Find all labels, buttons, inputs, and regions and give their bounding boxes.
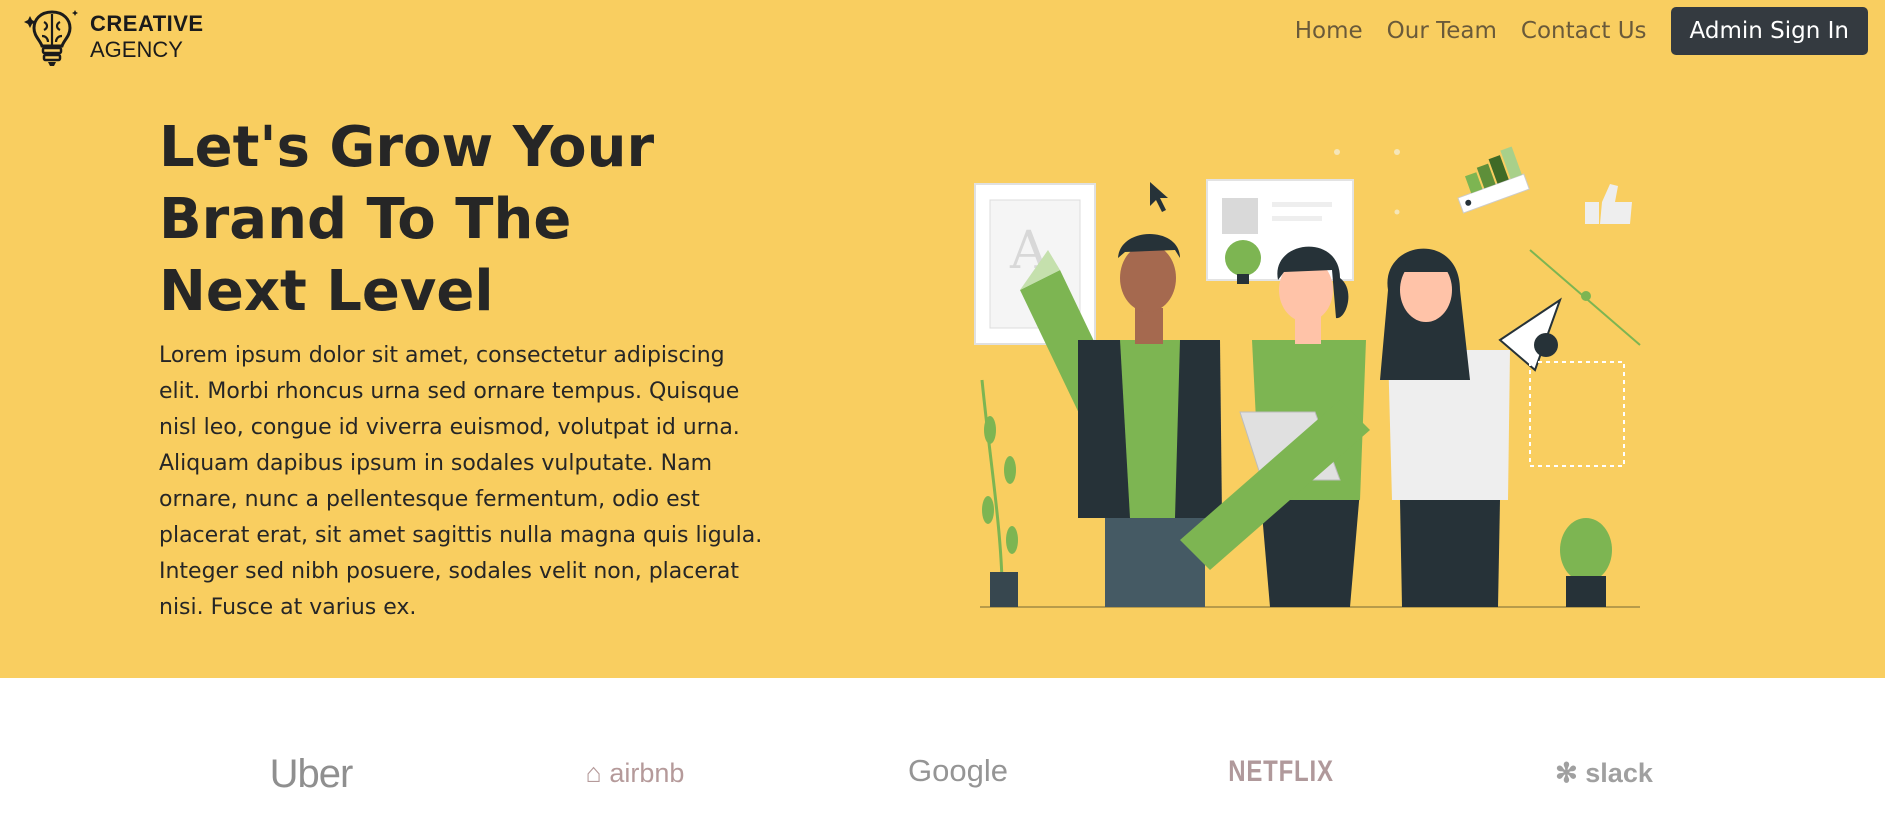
nav-link-home[interactable]: Home (1295, 18, 1363, 44)
logo[interactable]: CREATIVE AGENCY (22, 6, 204, 68)
cursor-shape (1150, 182, 1168, 212)
brand-name-slack: slack (1585, 758, 1653, 788)
plant-left (980, 379, 1018, 607)
cactus (1560, 518, 1612, 607)
brand-logo-airbnb: ⌂ airbnb (586, 758, 685, 789)
headline-line-3: Next Level (159, 259, 494, 324)
woman-right-figure (1380, 248, 1510, 607)
thumbs-up (1585, 184, 1632, 224)
nav-link-our-team[interactable]: Our Team (1387, 18, 1497, 44)
headline-line-2: Brand To The (159, 187, 572, 252)
hero-headline: Let's Grow Your Brand To The Next Level (159, 112, 719, 328)
hero-section: CREATIVE AGENCY Home Our Team Contact Us… (0, 0, 1885, 678)
brand-logo-uber: Uber (269, 752, 354, 796)
headline-line-1: Let's Grow Your (159, 115, 655, 180)
logo-line-creative: CREATIVE (90, 11, 204, 36)
pen-tool (1498, 249, 1641, 467)
color-swatches (1457, 146, 1530, 214)
nav-link-contact-us[interactable]: Contact Us (1521, 18, 1647, 44)
slack-icon: ✻ (1555, 758, 1578, 788)
brand-logos-strip: Uber ⌂ airbnb Google NETFLIX ✻ slack (0, 678, 1885, 820)
brand-logo-google: Google (908, 753, 1008, 788)
brand-logo-slack: ✻ slack (1555, 758, 1653, 789)
brain-bulb-icon (24, 10, 78, 66)
main-nav: Home Our Team Contact Us Admin Sign In (1295, 7, 1868, 55)
logo-text: CREATIVE AGENCY (90, 11, 204, 63)
logo-line-agency: AGENCY (90, 37, 183, 62)
brand-logo-netflix: NETFLIX (1228, 755, 1334, 788)
airbnb-icon: ⌂ (585, 758, 602, 788)
hero-paragraph: Lorem ipsum dolor sit amet, consectetur … (159, 343, 763, 620)
team-illustration: A (974, 146, 1641, 608)
admin-sign-in-button[interactable]: Admin Sign In (1670, 7, 1868, 55)
brand-name-airbnb: airbnb (609, 758, 685, 788)
